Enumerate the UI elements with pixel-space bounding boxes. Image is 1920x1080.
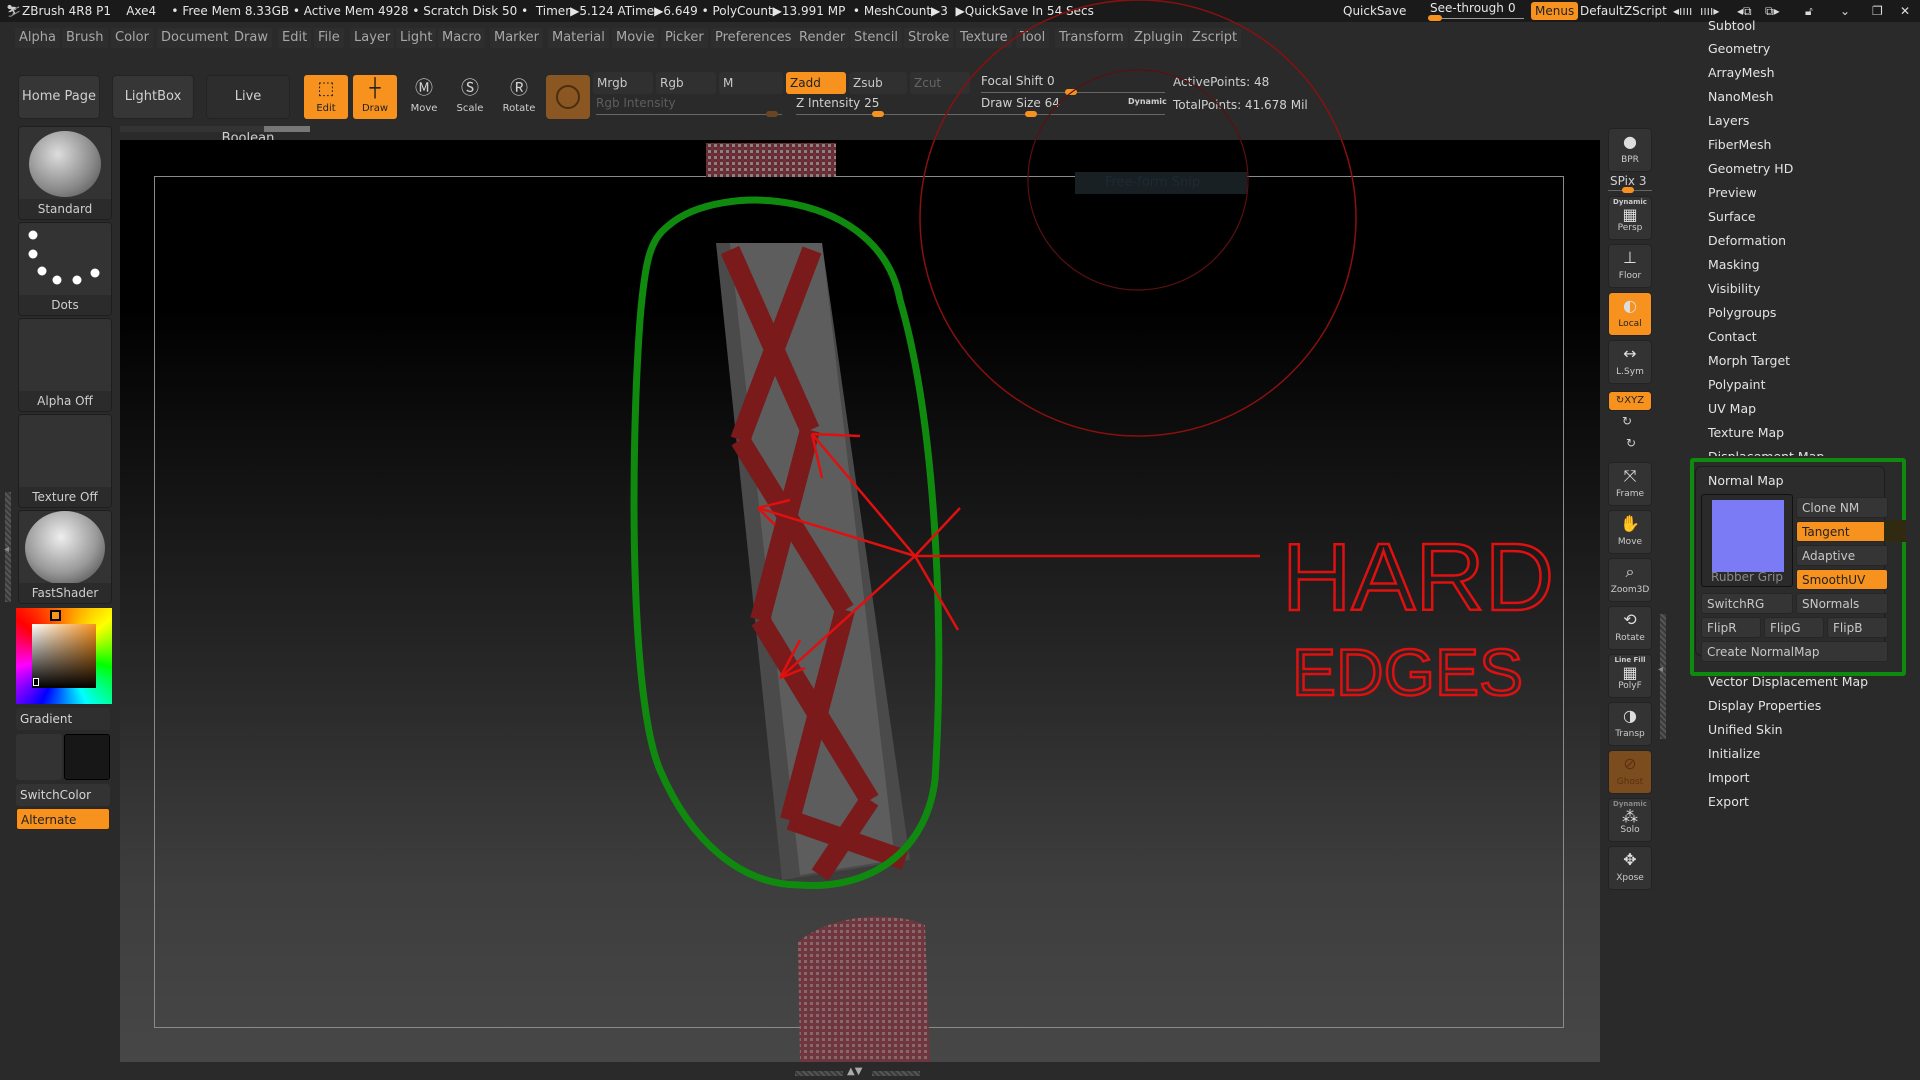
tool-displacement-map[interactable]: Displacement Map <box>1708 447 1824 456</box>
tool-arraymesh[interactable]: ArrayMesh <box>1708 63 1775 83</box>
solo-button[interactable]: Dynamic ⁂ Solo <box>1608 798 1652 842</box>
tool-polypaint[interactable]: Polypaint <box>1708 375 1766 395</box>
tool-morph-target[interactable]: Morph Target <box>1708 351 1790 371</box>
tool-vector-displacement-map[interactable]: Vector Displacement Map <box>1708 672 1868 692</box>
right-shelf-scrollbar[interactable] <box>1660 614 1666 739</box>
tool-surface[interactable]: Surface <box>1708 207 1756 227</box>
bottom-scroll-right[interactable] <box>872 1071 920 1076</box>
tool-export[interactable]: Export <box>1708 792 1749 812</box>
tool-geometry-hd[interactable]: Geometry HD <box>1708 159 1793 179</box>
tool-fibermesh[interactable]: FiberMesh <box>1708 135 1771 155</box>
tool-visibility[interactable]: Visibility <box>1708 279 1760 299</box>
move-view-button[interactable]: ✋ Move <box>1608 510 1652 554</box>
transp-button[interactable]: ◑ Transp <box>1608 702 1652 746</box>
rotate-y-icon[interactable]: ↻ <box>1622 414 1632 428</box>
spix-slider[interactable] <box>1608 187 1652 193</box>
tool-nanomesh[interactable]: NanoMesh <box>1708 87 1774 107</box>
tangent-tooltip-stub <box>1884 520 1906 542</box>
collapse-bottom-arrow-icon[interactable]: ▲▼ <box>847 1066 862 1077</box>
rotate-view-button[interactable]: ⟲ Rotate <box>1608 606 1652 650</box>
local-button[interactable]: ◐ Local <box>1608 292 1652 336</box>
transparency-icon: ◑ <box>1623 706 1637 725</box>
magnifier-icon: ⌕ <box>1625 562 1635 581</box>
tool-uv-map[interactable]: UV Map <box>1708 399 1756 419</box>
ghost-button[interactable]: ⊘ Ghost <box>1608 750 1652 794</box>
xpose-icon: ✥ <box>1623 850 1637 869</box>
tool-preview[interactable]: Preview <box>1708 183 1757 203</box>
annotation-hard: HARD <box>1282 524 1554 631</box>
rotate-z-icon[interactable]: ↻ <box>1626 436 1636 450</box>
tool-deformation[interactable]: Deformation <box>1708 231 1786 251</box>
perspective-grid-icon: ▦ <box>1622 205 1638 224</box>
tool-unified-skin[interactable]: Unified Skin <box>1708 720 1783 740</box>
tool-import[interactable]: Import <box>1708 768 1750 788</box>
hand-icon: ✋ <box>1620 514 1640 533</box>
tool-palette-lower: Vector Displacement Map Display Properti… <box>1672 672 1920 812</box>
tool-subtool[interactable]: Subtool <box>1708 16 1755 36</box>
xyz-rotate-button[interactable]: ↻XYZ <box>1608 391 1652 411</box>
frame-icon: ⤧ <box>1623 466 1637 485</box>
tool-display-properties[interactable]: Display Properties <box>1708 696 1821 716</box>
solo-icon: ⁂ <box>1622 807 1638 826</box>
lsym-icon: ↔ <box>1623 344 1637 363</box>
persp-button[interactable]: Dynamic ▦ Persp <box>1608 196 1652 240</box>
polyf-button[interactable]: Line Fill ▦ PolyF <box>1608 654 1652 698</box>
frame-button[interactable]: ⤧ Frame <box>1608 462 1652 506</box>
local-icon: ◐ <box>1623 296 1637 315</box>
tool-contact[interactable]: Contact <box>1708 327 1757 347</box>
free-form-snip-tooltip: Free-form Snip <box>1075 172 1247 194</box>
xpose-button[interactable]: ✥ Xpose <box>1608 846 1652 890</box>
collapse-right-arrow-icon[interactable]: ◂ <box>1658 664 1663 675</box>
rotate-view-icon: ⟲ <box>1623 610 1637 629</box>
bpr-sphere-icon: ● <box>1623 132 1637 151</box>
green-highlight-box <box>1690 458 1906 676</box>
tool-texture-map[interactable]: Texture Map <box>1708 423 1784 443</box>
bpr-button[interactable]: ● BPR <box>1608 128 1652 172</box>
tool-geometry[interactable]: Geometry <box>1708 39 1770 59</box>
brush-cursor-outer <box>919 0 1357 437</box>
tool-masking[interactable]: Masking <box>1708 255 1760 275</box>
ghost-icon: ⊘ <box>1623 754 1637 773</box>
right-shelf: ● BPR SPix 3 Dynamic ▦ Persp ⊥ Floor ◐ Local … <box>1600 124 1666 1080</box>
annotation-edges: EDGES <box>1292 635 1523 709</box>
zoom3d-button[interactable]: ⌕ Zoom3D <box>1608 558 1652 602</box>
tool-initialize[interactable]: Initialize <box>1708 744 1760 764</box>
lsym-button[interactable]: ↔ L.Sym <box>1608 340 1652 384</box>
bottom-scroll-left[interactable] <box>795 1071 843 1076</box>
tool-layers[interactable]: Layers <box>1708 111 1749 131</box>
polyframe-grid-icon: ▦ <box>1622 663 1638 682</box>
tool-polygroups[interactable]: Polygroups <box>1708 303 1776 323</box>
floor-icon: ⊥ <box>1623 248 1637 267</box>
floor-button[interactable]: ⊥ Floor <box>1608 244 1652 288</box>
spix-label: SPix 3 <box>1610 174 1647 188</box>
